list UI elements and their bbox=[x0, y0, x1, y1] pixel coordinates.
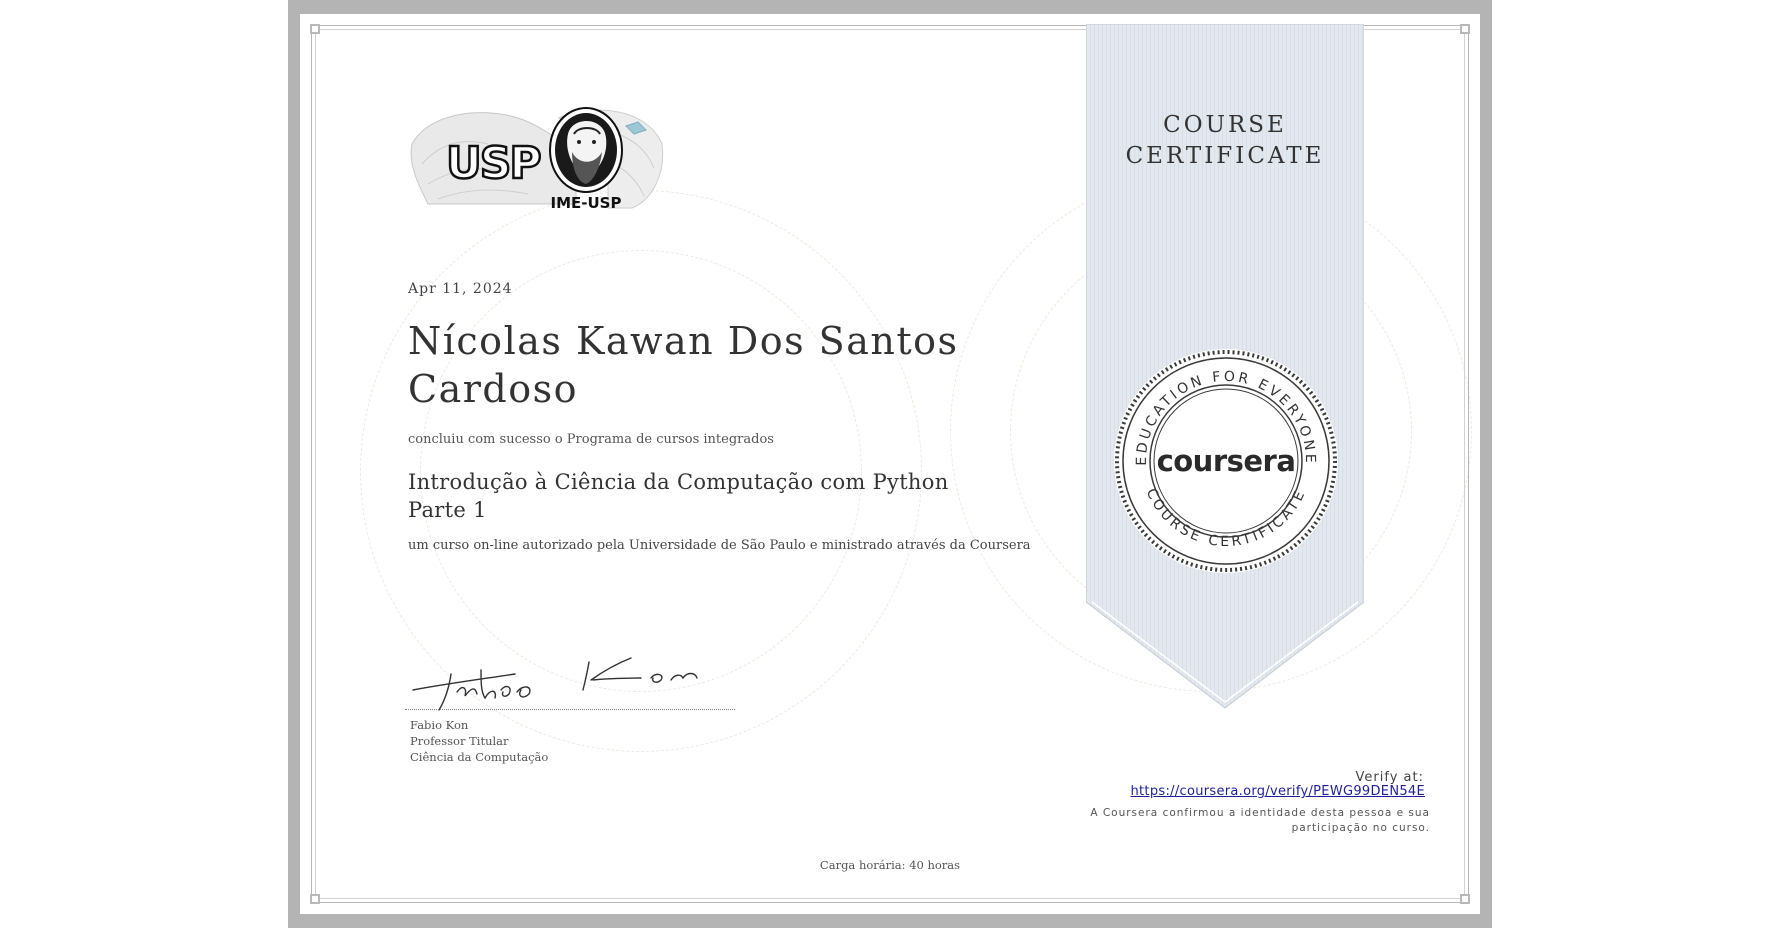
recipient-name: Nícolas Kawan Dos Santos Cardoso bbox=[408, 319, 959, 411]
handwritten-signature bbox=[405, 648, 735, 712]
ime-usp-label: IME-USP bbox=[551, 194, 622, 212]
signature-line bbox=[405, 709, 735, 710]
heading-line-course: COURSE bbox=[1163, 112, 1287, 138]
certificate-date: Apr 11, 2024 bbox=[408, 281, 513, 297]
corner-ornament bbox=[310, 24, 320, 34]
completion-statement: concluiu com sucesso o Programa de curso… bbox=[408, 432, 774, 447]
signer-title: Professor Titular bbox=[410, 734, 509, 748]
corner-ornament bbox=[1460, 24, 1470, 34]
coursera-wordmark: coursera bbox=[1157, 444, 1296, 478]
corner-ornament bbox=[310, 894, 320, 904]
signer-department: Ciência da Computação bbox=[410, 750, 549, 764]
usp-wordmark: USP bbox=[446, 138, 540, 189]
verify-link[interactable]: https://coursera.org/verify/PEWG99DEN54E bbox=[1100, 784, 1425, 799]
signer-name: Fabio Kon bbox=[410, 718, 469, 732]
identity-verification-note: A Coursera confirmou a identidade desta … bbox=[1090, 807, 1430, 834]
heading-line-certificate: CERTIFICATE bbox=[1125, 143, 1325, 169]
ime-usp-logo: USP IME-USP bbox=[408, 104, 664, 212]
coursera-seal: EDUCATION FOR EVERYONE COURSE CERTIFICAT… bbox=[1111, 346, 1341, 576]
verify-label: Verify at: bbox=[1355, 770, 1424, 785]
signer-block: Fabio Kon Professor Titular Ciência da C… bbox=[410, 717, 548, 765]
authorization-statement: um curso on-line autorizado pela Univers… bbox=[408, 538, 1031, 553]
course-certificate-heading: COURSE CERTIFICATE bbox=[1086, 110, 1364, 172]
course-title: Introdução à Ciência da Computação com P… bbox=[408, 470, 949, 522]
corner-ornament bbox=[1460, 894, 1470, 904]
workload-hours: Carga horária: 40 horas bbox=[819, 858, 961, 872]
